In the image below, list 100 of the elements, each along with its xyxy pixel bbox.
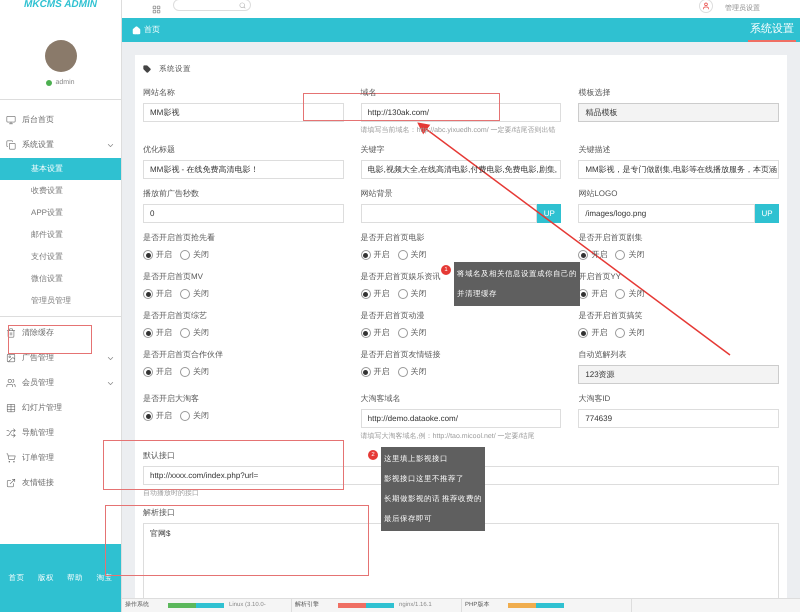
input-field[interactable]: http://demo.dataoke.com/: [360, 409, 562, 428]
radio-option[interactable]: 关闭: [180, 366, 209, 378]
radio-button[interactable]: [143, 411, 153, 421]
radio-button[interactable]: [180, 250, 190, 260]
field-label: 是否开启首页搞笑: [578, 310, 642, 322]
field-label: 是否开启首页抢先看: [143, 232, 215, 244]
sidebar-item[interactable]: 幻灯片管理: [0, 396, 121, 420]
sidebar-item[interactable]: 订单管理: [0, 446, 121, 470]
input-field[interactable]: 774639: [578, 409, 779, 428]
radio-button[interactable]: [578, 250, 588, 260]
radio-option[interactable]: 开启: [143, 327, 172, 339]
field-label: 大淘客域名: [360, 393, 401, 405]
logo-text: MKCMS ADMIN: [23, 0, 98, 12]
radio-button[interactable]: [180, 289, 190, 299]
radio-option[interactable]: 关闭: [398, 288, 427, 300]
radio-button[interactable]: [615, 250, 626, 260]
submenu-item[interactable]: 管理员管理: [0, 290, 121, 312]
radio-button[interactable]: [398, 289, 408, 299]
input-field[interactable]: MM影视 - 在线免费高清电影！: [143, 160, 344, 179]
radio-option[interactable]: 开启: [143, 288, 172, 300]
input-field[interactable]: MM影视，是专门做剧集,电影等在线播放服务，本页涵: [578, 160, 779, 179]
radio-option[interactable]: 关闭: [180, 410, 209, 422]
submenu-item[interactable]: 微信设置: [0, 268, 121, 290]
field-label: 是否开启首页电影: [360, 232, 425, 244]
search-field[interactable]: [173, 0, 251, 11]
radio-option[interactable]: 关闭: [398, 366, 427, 378]
field-label: 大淘客ID: [578, 393, 610, 405]
sidebar-item[interactable]: 系统设置: [0, 132, 121, 158]
radio-option[interactable]: 关闭: [180, 288, 209, 300]
field-label: 是否开启首页动漫: [360, 310, 425, 322]
input-field[interactable]: 0: [143, 204, 344, 223]
grid-icon[interactable]: [152, 4, 161, 14]
sidebar-item[interactable]: 清除缓存: [0, 320, 121, 346]
input-field[interactable]: 123资源: [578, 365, 779, 384]
radio-option[interactable]: 关闭: [180, 327, 209, 339]
input-field[interactable]: MM影视: [143, 103, 344, 122]
submenu-item[interactable]: 邮件设置: [0, 224, 121, 246]
field-label: 解析接口: [143, 507, 175, 519]
sidebar-item[interactable]: 会员管理: [0, 370, 121, 396]
field-label: 是否开启首页综艺: [143, 310, 207, 322]
radio-option[interactable]: 关闭: [615, 249, 644, 261]
field-label: 是否开启首页剧集: [578, 232, 642, 244]
submenu-item[interactable]: 收费设置: [0, 180, 121, 202]
sidebar-item[interactable]: 后台首页: [0, 108, 121, 132]
radio-button[interactable]: [143, 328, 153, 338]
radio-option[interactable]: 开启: [360, 366, 390, 378]
field-label: 默认接口: [143, 450, 175, 462]
field-label: 是否开启首页合作伙伴: [143, 349, 223, 361]
input-field[interactable]: http://130ak.com/: [360, 103, 562, 122]
input-field[interactable]: 精品模板: [578, 103, 779, 122]
radio-button[interactable]: [360, 367, 371, 377]
field-label: 模板选择: [578, 87, 610, 99]
radio-button[interactable]: [143, 289, 153, 299]
home-icon: [132, 26, 141, 34]
field-label: 优化标题: [143, 144, 175, 156]
field-label: 是否开启首页MV: [143, 271, 203, 283]
radio-button[interactable]: [143, 250, 153, 260]
field-label: 网站名称: [143, 87, 175, 99]
radio-option[interactable]: 开启: [143, 366, 172, 378]
submenu-item[interactable]: 支付设置: [0, 246, 121, 268]
field-label: 播放前广告秒数: [143, 188, 199, 200]
radio-option[interactable]: 关闭: [615, 288, 644, 300]
radio-button[interactable]: [360, 328, 371, 338]
radio-option[interactable]: 开启: [143, 410, 172, 422]
radio-option[interactable]: 开启: [360, 327, 390, 339]
radio-button[interactable]: [143, 367, 153, 377]
radio-button[interactable]: [180, 367, 190, 377]
field-label: 网站LOGO: [578, 188, 618, 200]
radio-option[interactable]: 开启: [360, 249, 390, 261]
field-label: 是否开启首页友情链接: [360, 349, 441, 361]
online-status-icon: [46, 80, 52, 86]
text-area[interactable]: 官网$: [143, 523, 779, 598]
radio-button[interactable]: [180, 328, 190, 338]
radio-button[interactable]: [360, 250, 371, 260]
radio-button[interactable]: [578, 328, 588, 338]
sidebar-item[interactable]: 友情链接: [0, 470, 121, 496]
radio-option[interactable]: 关闭: [615, 327, 644, 339]
radio-option[interactable]: 开启: [360, 288, 390, 300]
radio-button[interactable]: [398, 367, 408, 377]
radio-option[interactable]: 开启: [143, 249, 172, 261]
radio-option[interactable]: 关闭: [398, 249, 427, 261]
field-label: 自动览解列表: [578, 349, 626, 361]
user-avatar-icon[interactable]: [699, 0, 713, 13]
field-label: 网站背景: [360, 188, 393, 200]
submenu-item[interactable]: APP设置: [0, 202, 121, 224]
radio-button[interactable]: [615, 328, 626, 338]
radio-option[interactable]: 关闭: [180, 249, 209, 261]
sidebar-item[interactable]: 导航管理: [0, 420, 121, 446]
radio-button[interactable]: [398, 328, 408, 338]
input-field[interactable]: /images/logo.png: [578, 204, 755, 223]
field-label: 关键描述: [578, 144, 610, 156]
radio-option[interactable]: 关闭: [398, 327, 427, 339]
radio-button[interactable]: [360, 289, 371, 299]
input-field[interactable]: [360, 204, 538, 223]
field-label: 关键字: [360, 144, 385, 156]
avatar: [44, 40, 76, 72]
radio-button[interactable]: [398, 250, 408, 260]
radio-button[interactable]: [180, 411, 190, 421]
radio-option[interactable]: 开启: [578, 327, 608, 339]
radio-button[interactable]: [615, 289, 626, 299]
